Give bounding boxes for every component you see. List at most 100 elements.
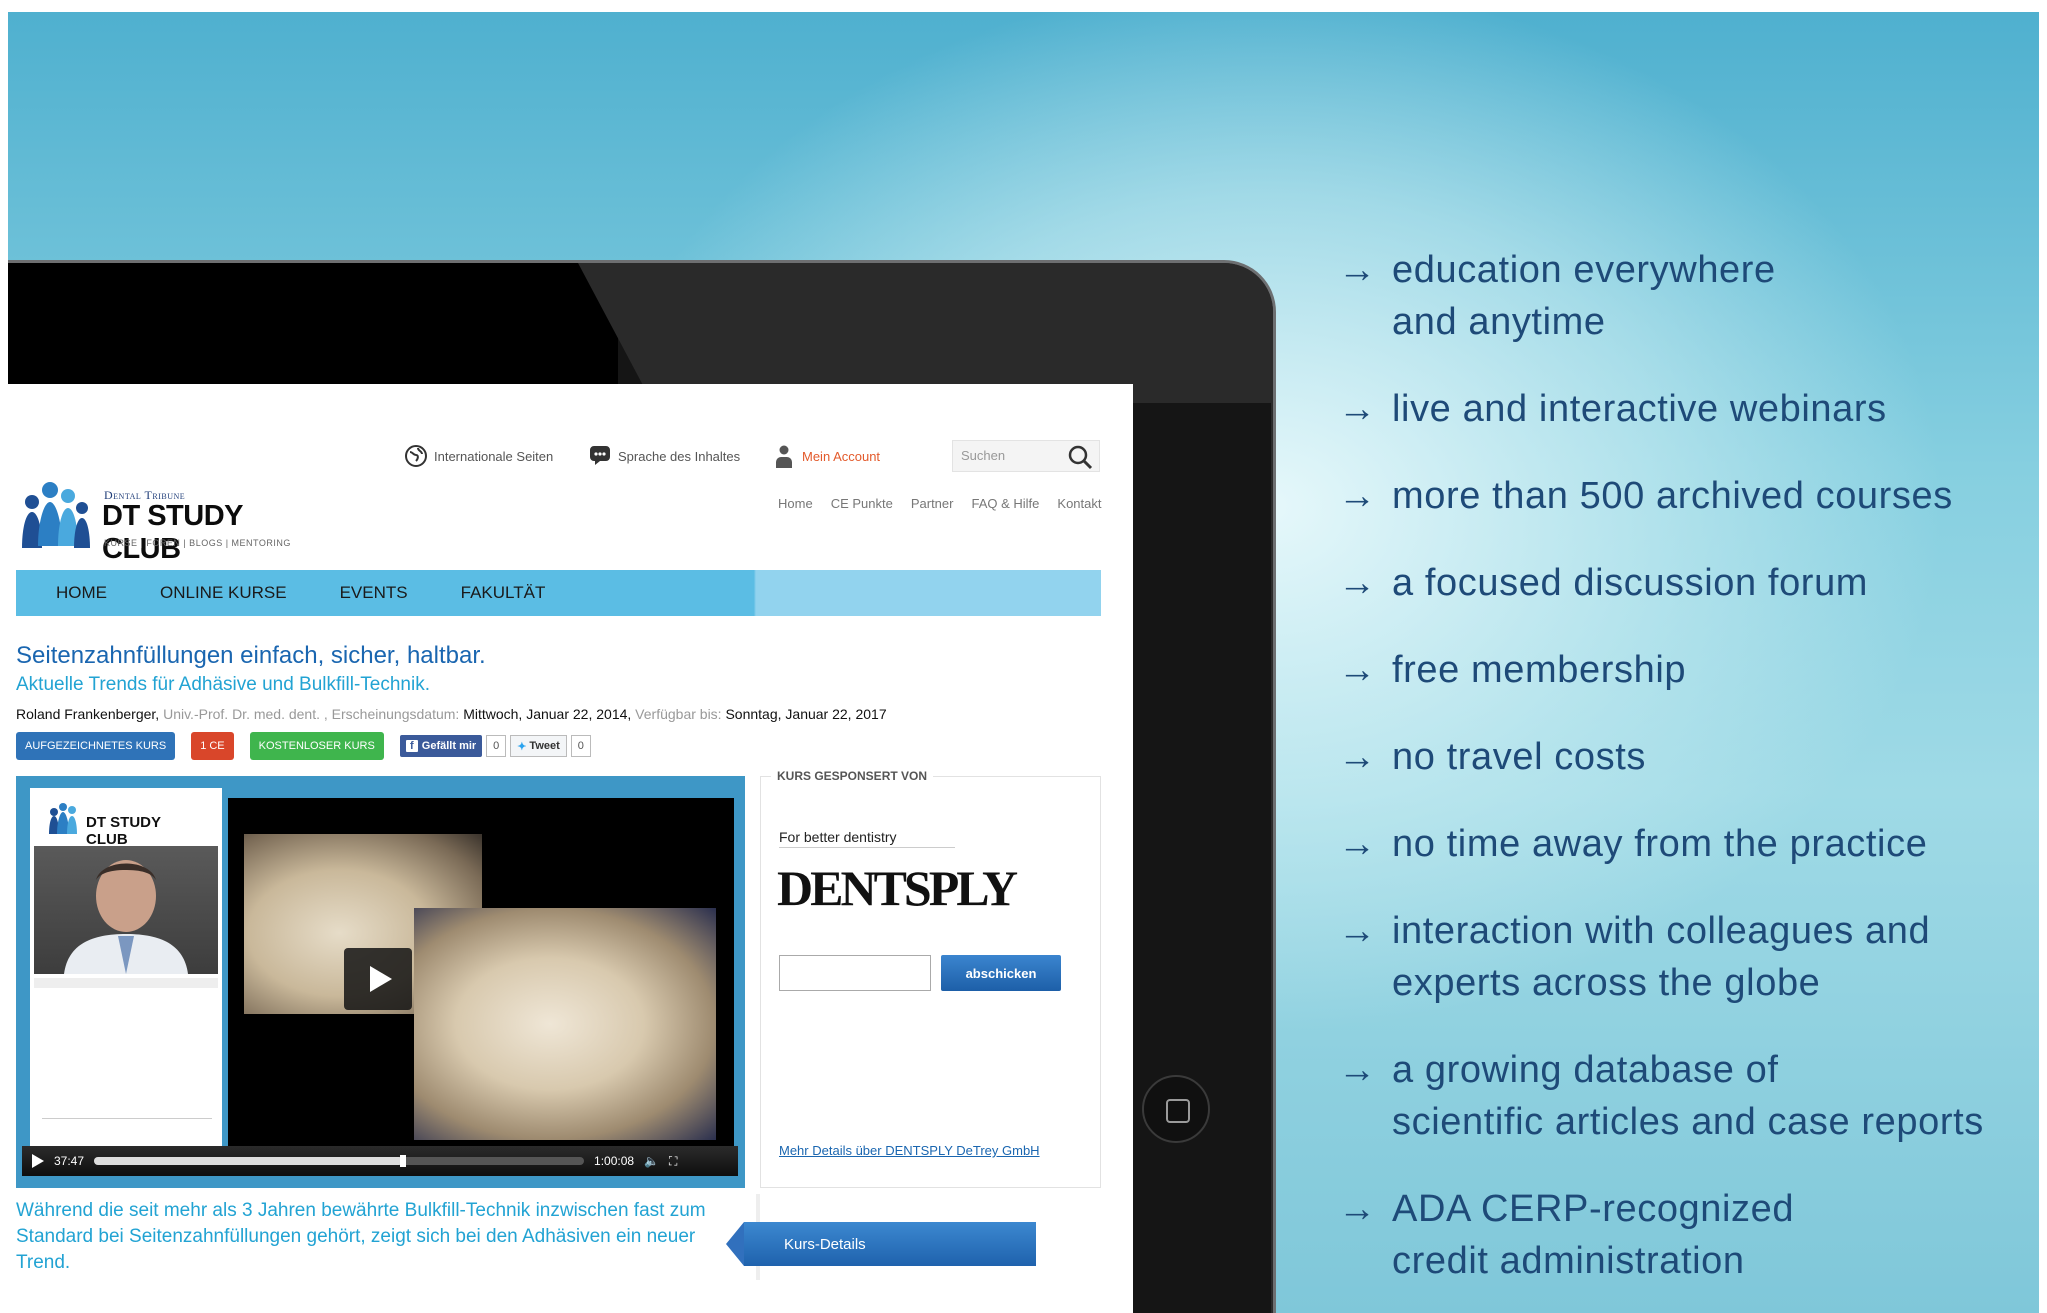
- website-screen: Internationale Seiten Sprache des Inhalt…: [8, 384, 1133, 1313]
- logo-name: DT STUDY CLUB: [102, 500, 243, 565]
- feature-item: → ADA CERP-recognized credit administratio…: [1338, 1183, 2038, 1287]
- nav-fakultaet[interactable]: FAKULTÄT: [461, 583, 546, 603]
- feature-item: → no travel costs: [1338, 731, 2038, 783]
- arrow-right-icon: →: [1338, 249, 1377, 291]
- account-link[interactable]: Mein Account: [772, 444, 880, 468]
- feature-item: → live and interactive webinars: [1338, 383, 2038, 435]
- tablet-home-button[interactable]: [1142, 1075, 1210, 1143]
- sidebar-divider: [42, 1118, 212, 1119]
- seek-bar[interactable]: [94, 1155, 585, 1167]
- tweet-button[interactable]: ✦ Tweet: [510, 735, 567, 757]
- feature-text: credit administration: [1392, 1240, 1745, 1282]
- article-title: Seitenzahnfüllungen einfach, sicher, hal…: [16, 642, 486, 669]
- course-tags: AUFGEZEICHNETES KURS 1 CE KOSTENLOSER KU…: [16, 732, 591, 760]
- language-label: Sprache des Inhaltes: [618, 448, 741, 464]
- nav-home[interactable]: HOME: [56, 583, 107, 603]
- search-icon[interactable]: [1067, 444, 1093, 470]
- account-label: Mein Account: [802, 448, 881, 464]
- seek-handle[interactable]: [399, 1155, 406, 1167]
- article-subtitle: Aktuelle Trends für Adhäsive und Bulkfil…: [16, 674, 430, 695]
- site-logo[interactable]: Dental Tribune DT STUDY CLUB KURSE | FOR…: [16, 476, 326, 565]
- nav-events[interactable]: EVENTS: [340, 583, 408, 603]
- volume-icon[interactable]: 🔈: [644, 1154, 659, 1168]
- arrow-right-icon: →: [1338, 1188, 1377, 1230]
- tooth-image-2: [414, 908, 716, 1140]
- tweet-count: 0: [570, 735, 591, 757]
- arrow-right-icon: →: [1338, 1049, 1377, 1091]
- article-body: Während die seit mehr als 3 Jahren bewäh…: [16, 1200, 706, 1273]
- video-frame[interactable]: [228, 798, 734, 1146]
- sponsor-details-link[interactable]: Mehr Details über DENTSPLY DeTrey GmbH: [779, 1143, 1040, 1158]
- language-link[interactable]: Sprache des Inhaltes: [588, 444, 740, 468]
- arrow-right-icon: →: [1338, 823, 1377, 865]
- feature-text: experts across the globe: [1392, 962, 1821, 1004]
- play-icon[interactable]: [32, 1154, 44, 1168]
- toplink-partner[interactable]: Partner: [911, 496, 954, 511]
- feature-text: live and interactive webinars: [1392, 388, 1887, 430]
- top-links: Home CE Punkte Partner FAQ & Hilfe Konta…: [778, 496, 1102, 511]
- globe-icon: [405, 445, 427, 467]
- sponsor-tagline: For better dentistry: [779, 829, 955, 848]
- article-available-until: Sonntag, Januar 22, 2017: [725, 706, 887, 722]
- like-count: 0: [486, 735, 507, 757]
- sponsor-email-input[interactable]: [779, 955, 931, 991]
- feature-text: no time away from the practice: [1392, 823, 1928, 865]
- feature-text: scientific articles and case reports: [1392, 1101, 1984, 1143]
- people-logo-icon: [22, 482, 90, 548]
- elapsed-time: 37:47: [54, 1154, 85, 1168]
- twitter-bird-icon: ✦: [517, 740, 527, 753]
- feature-text: and anytime: [1392, 301, 1606, 343]
- international-label: Internationale Seiten: [434, 448, 554, 464]
- tag-ce[interactable]: 1 CE: [191, 732, 234, 760]
- tag-recorded[interactable]: AUFGEZEICHNETES KURS: [16, 732, 176, 760]
- article-meta: Roland Frankenberger, Univ.-Prof. Dr. me…: [16, 706, 887, 722]
- toplink-ce-punkte[interactable]: CE Punkte: [831, 496, 893, 511]
- tablet-bezel-shadow: [8, 263, 618, 403]
- social-buttons: f Gefällt mir 0 ✦ Tweet 0: [399, 735, 591, 757]
- presenter-figure: [64, 860, 188, 974]
- feature-text: a focused discussion forum: [1392, 562, 1869, 604]
- article-author-title: Univ.-Prof. Dr. med. dent. , Erscheinung…: [159, 706, 464, 722]
- duration-time: 1:00:08: [594, 1154, 635, 1168]
- player-sidebar: DT STUDY CLUB: [30, 788, 222, 1166]
- feature-text: interaction with colleagues and: [1392, 910, 1931, 952]
- feature-text: more than 500 archived courses: [1392, 475, 1953, 517]
- feature-item: → interaction with colleagues and experts …: [1338, 905, 2038, 1009]
- article-available-label: Verfügbar bis:: [631, 706, 726, 722]
- toplink-faq[interactable]: FAQ & Hilfe: [971, 496, 1039, 511]
- presenter-video: [34, 846, 218, 974]
- facebook-like-button[interactable]: f Gefällt mir: [399, 735, 483, 757]
- article-author: Roland Frankenberger,: [16, 706, 160, 722]
- international-link[interactable]: Internationale Seiten: [404, 444, 553, 468]
- tweet-label: Tweet: [529, 740, 560, 752]
- toplink-kontakt[interactable]: Kontakt: [1057, 496, 1101, 511]
- course-details-button[interactable]: Kurs-Details: [726, 1222, 1036, 1266]
- feature-text: ADA CERP-recognized: [1392, 1188, 1795, 1230]
- feature-list: → education everywhere and anytime → live an…: [1338, 244, 2038, 1313]
- sponsor-heading: KURS GESPONSERT VON: [771, 769, 934, 783]
- feature-text: no travel costs: [1392, 736, 1646, 778]
- feature-text: free membership: [1392, 649, 1687, 691]
- arrow-right-icon: →: [1338, 475, 1377, 517]
- toplink-home[interactable]: Home: [778, 496, 813, 511]
- arrow-right-icon: →: [1338, 649, 1377, 691]
- sponsor-submit-button[interactable]: abschicken: [941, 955, 1061, 991]
- arrow-right-icon: →: [1338, 736, 1377, 778]
- tag-free[interactable]: KOSTENLOSER KURS: [249, 732, 384, 760]
- feature-item: → more than 500 archived courses: [1338, 470, 2038, 522]
- feature-item: → a focused discussion forum: [1338, 557, 2038, 609]
- facebook-icon: f: [405, 740, 418, 752]
- arrow-right-icon: →: [1338, 910, 1377, 952]
- fullscreen-icon[interactable]: ⛶: [669, 1154, 677, 1169]
- sponsor-box: KURS GESPONSERT VON For better dentistry…: [760, 769, 1101, 1188]
- sponsor-brand-logo: DENTSPLY: [777, 860, 1018, 916]
- play-overlay-button[interactable]: [344, 948, 412, 1010]
- video-controls: 37:47 1:00:08 🔈 ⛶: [22, 1146, 738, 1176]
- main-nav: HOME ONLINE KURSE EVENTS FAKULTÄT: [16, 570, 1101, 616]
- feature-item: → education everywhere and anytime: [1338, 244, 2038, 348]
- presenter-caption: [34, 978, 218, 988]
- player-logo: DT STUDY CLUB: [46, 798, 206, 848]
- nav-online-kurse[interactable]: ONLINE KURSE: [160, 583, 287, 603]
- feature-text: education everywhere: [1392, 249, 1776, 291]
- background-panel: Internationale Seiten Sprache des Inhalt…: [8, 12, 2039, 1313]
